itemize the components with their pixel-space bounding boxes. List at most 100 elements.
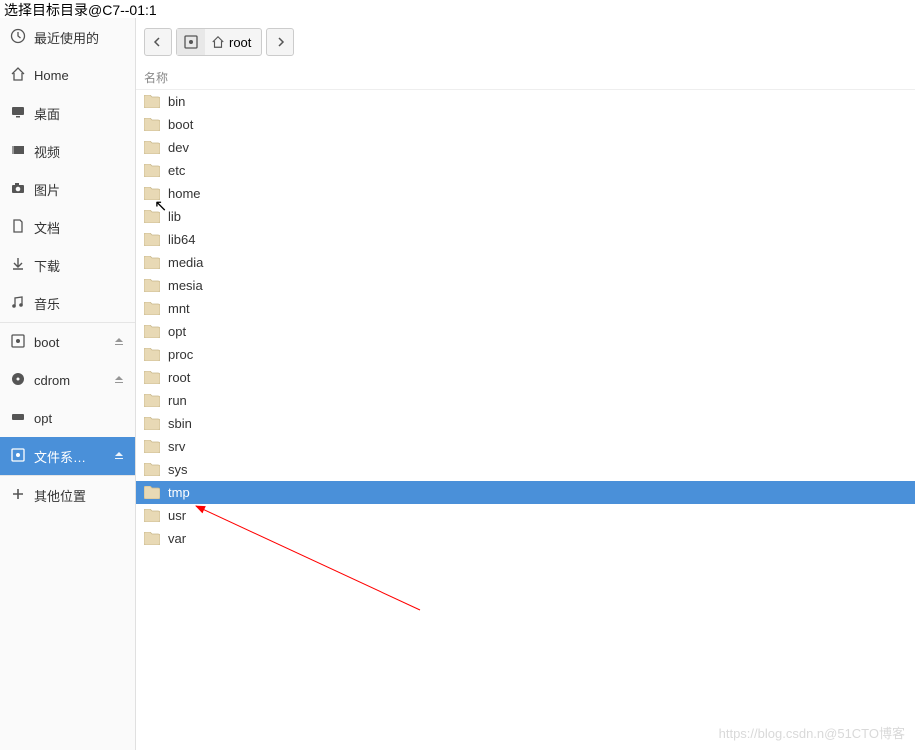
folder-icon bbox=[144, 463, 160, 476]
file-name: boot bbox=[168, 117, 193, 132]
column-header-name[interactable]: 名称 bbox=[136, 66, 915, 90]
folder-icon bbox=[144, 348, 160, 361]
sidebar-label: 视频 bbox=[34, 142, 60, 161]
camera-icon bbox=[10, 180, 26, 199]
breadcrumb-label: root bbox=[229, 35, 251, 50]
file-name: proc bbox=[168, 347, 193, 362]
toolbar: root bbox=[136, 18, 915, 66]
sidebar-item-documents[interactable]: 文档 bbox=[0, 208, 135, 246]
file-row[interactable]: opt bbox=[136, 320, 915, 343]
sidebar-item-music[interactable]: 音乐 bbox=[0, 284, 135, 322]
sidebar-item-filesystem[interactable]: 文件系… bbox=[0, 437, 135, 475]
folder-icon bbox=[144, 302, 160, 315]
file-row[interactable]: home bbox=[136, 182, 915, 205]
file-row[interactable]: lib bbox=[136, 205, 915, 228]
file-row[interactable]: lib64 bbox=[136, 228, 915, 251]
file-row[interactable]: boot bbox=[136, 113, 915, 136]
nav-back-button[interactable] bbox=[144, 28, 172, 56]
file-name: tmp bbox=[168, 485, 190, 500]
video-icon bbox=[10, 142, 26, 161]
file-row[interactable]: bin bbox=[136, 90, 915, 113]
file-list[interactable]: bin boot dev etc home lib lib64 media mesia mnt op… bbox=[136, 90, 915, 750]
file-row[interactable]: sbin bbox=[136, 412, 915, 435]
file-row[interactable]: sys bbox=[136, 458, 915, 481]
file-name: var bbox=[168, 531, 186, 546]
disk-icon bbox=[10, 333, 26, 352]
file-name: sys bbox=[168, 462, 188, 477]
sidebar-item-opt[interactable]: opt bbox=[0, 399, 135, 437]
sidebar-item-recent[interactable]: 最近使用的 bbox=[0, 18, 135, 56]
sidebar-label: 下载 bbox=[34, 256, 60, 275]
sidebar-label: 文件系… bbox=[34, 447, 86, 466]
file-row[interactable]: run bbox=[136, 389, 915, 412]
folder-icon bbox=[144, 325, 160, 338]
download-icon bbox=[10, 256, 26, 275]
eject-icon[interactable] bbox=[113, 335, 125, 350]
folder-icon bbox=[144, 187, 160, 200]
file-row[interactable]: root bbox=[136, 366, 915, 389]
file-row[interactable]: dev bbox=[136, 136, 915, 159]
sidebar-label: 其他位置 bbox=[34, 486, 86, 505]
folder-icon bbox=[144, 486, 160, 499]
folder-icon bbox=[144, 509, 160, 522]
folder-icon bbox=[144, 532, 160, 545]
file-row[interactable]: mesia bbox=[136, 274, 915, 297]
folder-icon bbox=[144, 118, 160, 131]
drive-icon bbox=[10, 409, 26, 428]
breadcrumb-root-disk[interactable] bbox=[177, 29, 205, 55]
folder-icon bbox=[144, 95, 160, 108]
file-name: usr bbox=[168, 508, 186, 523]
sidebar-label: 图片 bbox=[34, 180, 60, 199]
sidebar-item-other[interactable]: 其他位置 bbox=[0, 476, 135, 514]
file-name: lib bbox=[168, 209, 181, 224]
file-row[interactable]: usr bbox=[136, 504, 915, 527]
breadcrumb-root[interactable]: root bbox=[205, 29, 261, 55]
sidebar-item-desktop[interactable]: 桌面 bbox=[0, 94, 135, 132]
sidebar-label: cdrom bbox=[34, 373, 70, 388]
sidebar-item-video[interactable]: 视频 bbox=[0, 132, 135, 170]
file-row[interactable]: srv bbox=[136, 435, 915, 458]
breadcrumb: root bbox=[176, 28, 262, 56]
file-row[interactable]: etc bbox=[136, 159, 915, 182]
file-row[interactable]: var bbox=[136, 527, 915, 550]
sidebar-label: Home bbox=[34, 68, 69, 83]
sidebar-label: 桌面 bbox=[34, 104, 60, 123]
file-name: root bbox=[168, 370, 190, 385]
file-row[interactable]: proc bbox=[136, 343, 915, 366]
eject-icon[interactable] bbox=[113, 373, 125, 388]
file-name: bin bbox=[168, 94, 185, 109]
sidebar-item-cdrom[interactable]: cdrom bbox=[0, 361, 135, 399]
file-name: dev bbox=[168, 140, 189, 155]
folder-icon bbox=[144, 371, 160, 384]
file-row[interactable]: media bbox=[136, 251, 915, 274]
file-row[interactable]: tmp bbox=[136, 481, 915, 504]
file-name: media bbox=[168, 255, 203, 270]
file-row[interactable]: mnt bbox=[136, 297, 915, 320]
sidebar-item-boot[interactable]: boot bbox=[0, 323, 135, 361]
sidebar-label: boot bbox=[34, 335, 59, 350]
folder-icon bbox=[144, 233, 160, 246]
folder-icon bbox=[144, 141, 160, 154]
watermark: https://blog.csdn.n@51CTO博客 bbox=[719, 723, 905, 742]
file-name: sbin bbox=[168, 416, 192, 431]
window-title: 选择目标目录@C7--01:1 bbox=[0, 0, 915, 18]
sidebar-item-pictures[interactable]: 图片 bbox=[0, 170, 135, 208]
main-pane: root 名称 bin boot dev etc home lib lib64 media me… bbox=[136, 18, 915, 750]
file-name: mnt bbox=[168, 301, 190, 316]
plus-icon bbox=[10, 486, 26, 505]
sidebar-item-home[interactable]: Home bbox=[0, 56, 135, 94]
eject-icon[interactable] bbox=[113, 449, 125, 464]
nav-forward-button[interactable] bbox=[266, 28, 294, 56]
home-icon bbox=[10, 66, 26, 85]
file-name: lib64 bbox=[168, 232, 195, 247]
disk-icon bbox=[10, 447, 26, 466]
folder-icon bbox=[144, 440, 160, 453]
file-name: opt bbox=[168, 324, 186, 339]
file-name: run bbox=[168, 393, 187, 408]
sidebar-label: 最近使用的 bbox=[34, 28, 99, 47]
folder-icon bbox=[144, 417, 160, 430]
music-icon bbox=[10, 294, 26, 313]
file-name: mesia bbox=[168, 278, 203, 293]
sidebar-item-downloads[interactable]: 下载 bbox=[0, 246, 135, 284]
file-name: home bbox=[168, 186, 201, 201]
